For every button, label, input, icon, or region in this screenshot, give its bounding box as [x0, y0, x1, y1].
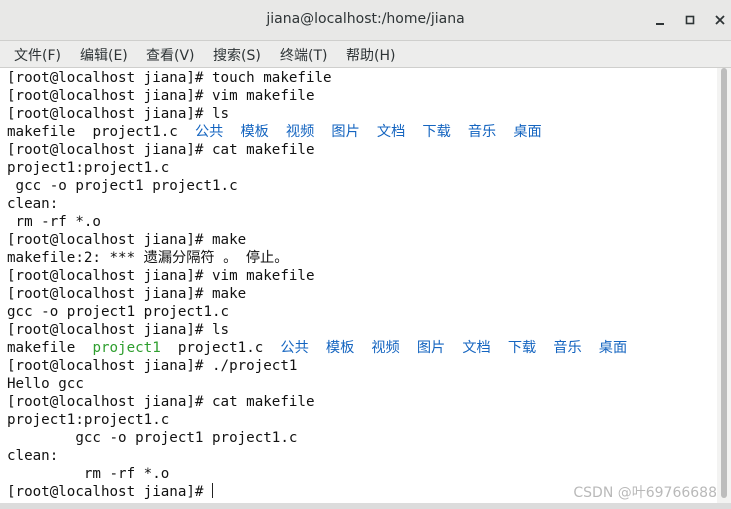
directory-entry: 桌面: [598, 340, 628, 356]
prompt-line: [root@localhost jiana]# ls: [7, 105, 229, 123]
terminal-output[interactable]: [root@localhost jiana]# touch makefile [r…: [0, 68, 717, 503]
directory-entry: 文档: [376, 124, 406, 140]
line-text: clean:: [7, 196, 59, 212]
directory-entry: 视频: [285, 124, 315, 140]
line-text: makefile:2: *** 遗漏分隔符 。 停止。: [7, 250, 289, 266]
prompt-line: [root@localhost jiana]# touch makefile: [7, 69, 332, 87]
output-line: gcc -o project1 project1.c: [7, 177, 238, 195]
menu-terminal[interactable]: 终端(T): [280, 45, 327, 65]
line-text: [root@localhost jiana]#: [7, 484, 212, 500]
line-text: clean:: [7, 448, 59, 464]
scrollbar-thumb[interactable]: [721, 68, 727, 498]
watermark: CSDN @叶69766688: [573, 485, 717, 501]
output-line: gcc -o project1 project1.c: [7, 303, 229, 321]
file-entry: project1.c: [177, 340, 264, 356]
prompt-line: [root@localhost jiana]# vim makefile: [7, 267, 315, 285]
prompt-line: [root@localhost jiana]# cat makefile: [7, 393, 315, 411]
directory-entry: 图片: [416, 340, 446, 356]
file-entry: makefile: [7, 340, 76, 356]
output-line: clean:: [7, 195, 58, 213]
line-text: [root@localhost jiana]# vim makefile: [7, 88, 315, 104]
output-line: rm -rf *.o: [7, 465, 169, 483]
line-text: project1:project1.c: [7, 160, 170, 176]
minimize-icon: [656, 23, 664, 25]
directory-entry: 音乐: [467, 124, 497, 140]
output-line: rm -rf *.o: [7, 213, 101, 231]
output-line: project1:project1.c: [7, 411, 169, 429]
line-text: [root@localhost jiana]# touch makefile: [7, 70, 332, 86]
output-line: Hello gcc: [7, 375, 84, 393]
ls-output-line: makefile project1.c 公共 模板 视频 图片 文档 下载 音乐…: [7, 123, 542, 141]
line-text: gcc -o project1 project1.c: [7, 304, 230, 320]
prompt-line: [root@localhost jiana]# ./project1: [7, 357, 297, 375]
menu-file[interactable]: 文件(F): [14, 45, 61, 65]
file-entry: project1.c: [92, 124, 178, 140]
line-text: [root@localhost jiana]# make: [7, 232, 247, 248]
file-entry: makefile: [7, 124, 76, 140]
menu-search[interactable]: 搜索(S): [213, 45, 261, 65]
line-text: [root@localhost jiana]# make: [7, 286, 247, 302]
window-bottom-edge: [0, 503, 731, 509]
prompt-line: [root@localhost jiana]# cat makefile: [7, 141, 315, 159]
prompt-line: [root@localhost jiana]# vim makefile: [7, 87, 315, 105]
line-text: [root@localhost jiana]# ls: [7, 322, 230, 338]
output-line: gcc -o project1 project1.c: [7, 429, 297, 447]
line-text: [root@localhost jiana]# vim makefile: [7, 268, 315, 284]
line-text: Hello gcc: [7, 376, 84, 392]
terminal-window: jiana@localhost:/home/jiana 文件(F) 编辑(E) …: [0, 0, 731, 509]
line-text: rm -rf *.o: [7, 214, 101, 230]
line-text: [root@localhost jiana]# cat makefile: [7, 394, 315, 410]
prompt-line: [root@localhost jiana]# make: [7, 231, 246, 249]
executable-entry: project1: [92, 340, 161, 356]
directory-entry: 下载: [422, 124, 451, 140]
directory-entry: 模板: [325, 340, 355, 356]
directory-entry: 公共: [280, 340, 309, 356]
directory-entry: 桌面: [513, 124, 542, 140]
line-text: [root@localhost jiana]# cat makefile: [7, 142, 315, 158]
menu-bar: 文件(F) 编辑(E) 查看(V) 搜索(S) 终端(T) 帮助(H): [0, 41, 731, 68]
close-icon: [715, 15, 725, 25]
directory-entry: 公共: [194, 124, 224, 140]
output-line: project1:project1.c: [7, 159, 169, 177]
line-text: rm -rf *.o: [7, 466, 170, 482]
directory-entry: 模板: [240, 124, 269, 140]
prompt-line: [root@localhost jiana]# make: [7, 285, 246, 303]
menu-edit[interactable]: 编辑(E): [80, 45, 128, 65]
text-cursor: [212, 483, 213, 498]
window-title: jiana@localhost:/home/jiana: [266, 11, 465, 27]
menu-help[interactable]: 帮助(H): [346, 45, 395, 65]
line-text: gcc -o project1 project1.c: [7, 178, 238, 194]
ls-output-line: makefile project1 project1.c 公共 模板 视频 图片…: [7, 339, 627, 357]
directory-entry: 视频: [371, 340, 400, 356]
line-text: [root@localhost jiana]# ./project1: [7, 358, 298, 374]
title-bar[interactable]: jiana@localhost:/home/jiana: [0, 0, 731, 41]
output-line: makefile:2: *** 遗漏分隔符 。 停止。: [7, 249, 288, 267]
maximize-button[interactable]: [680, 10, 700, 30]
menu-view[interactable]: 查看(V): [146, 45, 195, 65]
maximize-icon: [685, 15, 695, 25]
line-text: project1:project1.c: [7, 412, 170, 428]
close-button[interactable]: [710, 10, 730, 30]
line-text: gcc -o project1 project1.c: [7, 430, 298, 446]
scrollbar[interactable]: [717, 68, 731, 503]
line-text: [root@localhost jiana]# ls: [7, 106, 230, 122]
directory-entry: 下载: [507, 340, 537, 356]
directory-entry: 图片: [331, 124, 360, 140]
prompt-line: [root@localhost jiana]# ls: [7, 321, 229, 339]
prompt-line: [root@localhost jiana]#: [7, 483, 213, 501]
output-line: clean:: [7, 447, 58, 465]
directory-entry: 音乐: [553, 340, 582, 356]
directory-entry: 文档: [462, 340, 491, 356]
minimize-button[interactable]: [650, 10, 670, 30]
